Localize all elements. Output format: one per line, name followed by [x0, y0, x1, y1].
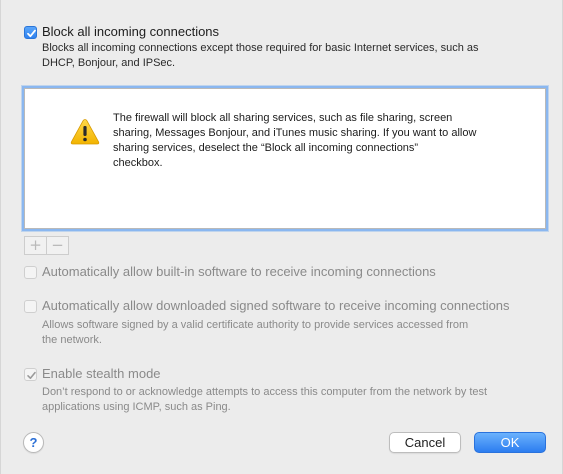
auto-builtin-checkbox[interactable]: [24, 265, 37, 279]
remove-app-button[interactable]: −: [46, 237, 68, 254]
auto-signed-description: Allows software signed by a valid certif…: [42, 318, 468, 348]
help-button[interactable]: ?: [23, 432, 44, 453]
checkmark-icon: [27, 371, 36, 379]
auto-builtin-label[interactable]: Automatically allow built-in software to…: [42, 264, 436, 280]
stealth-label[interactable]: Enable stealth mode: [42, 366, 161, 382]
stealth-checkbox[interactable]: [24, 367, 37, 381]
stealth-description-line: Don’t respond to or acknowledge attempts…: [42, 386, 488, 398]
auto-signed-label[interactable]: Automatically allow downloaded signed so…: [42, 298, 510, 314]
checkmark-icon: [27, 29, 36, 37]
stealth-row[interactable]: Enable stealth mode: [24, 366, 161, 382]
block-all-row[interactable]: Block all incoming connections: [24, 24, 219, 40]
block-all-checkbox[interactable]: [24, 25, 37, 39]
cancel-button[interactable]: Cancel: [389, 432, 461, 453]
application-list[interactable]: The firewall will block all sharing serv…: [24, 88, 546, 229]
warning-triangle-icon: [70, 119, 100, 145]
firewall-warning-text: The firewall will block all sharing serv…: [113, 111, 513, 171]
list-add-remove-control: + −: [24, 236, 69, 255]
add-app-button[interactable]: +: [25, 237, 46, 254]
warning-line: checkbox.: [113, 157, 163, 169]
warning-line: sharing, Messages Bonjour, and iTunes mu…: [113, 127, 477, 139]
block-all-description-line: Blocks all incoming connections except t…: [42, 42, 479, 54]
auto-signed-description-line: Allows software signed by a valid certif…: [42, 319, 469, 331]
auto-signed-description-line: the network.: [42, 334, 102, 346]
block-all-description: Blocks all incoming connections except t…: [42, 41, 479, 71]
auto-signed-row[interactable]: Automatically allow downloaded signed so…: [24, 298, 510, 314]
block-all-description-line: DHCP, Bonjour, and IPSec.: [42, 57, 176, 69]
auto-signed-checkbox[interactable]: [24, 299, 37, 313]
help-icon: ?: [29, 435, 38, 450]
warning-line: The firewall will block all sharing serv…: [113, 112, 453, 124]
warning-line: sharing services, deselect the “Block al…: [113, 142, 419, 154]
block-all-label[interactable]: Block all incoming connections: [42, 24, 219, 40]
ok-button[interactable]: OK: [474, 432, 546, 453]
stealth-description-line: applications using ICMP, such as Ping.: [42, 401, 231, 413]
auto-builtin-row[interactable]: Automatically allow built-in software to…: [24, 264, 436, 280]
stealth-description: Don’t respond to or acknowledge attempts…: [42, 385, 487, 415]
